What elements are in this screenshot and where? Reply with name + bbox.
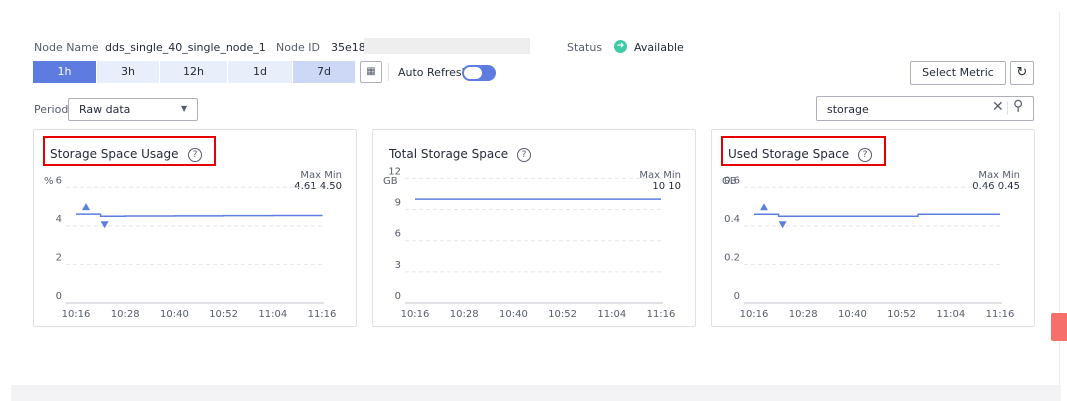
select-metric-button[interactable]: Select Metric bbox=[910, 61, 1006, 85]
clear-icon[interactable]: ✕ bbox=[992, 99, 1004, 115]
toolbar-divider bbox=[388, 63, 389, 81]
y-tick-label: 2 bbox=[56, 252, 62, 263]
node-id-label: Node ID bbox=[276, 41, 320, 54]
arrow-right-circle-icon: ➜ bbox=[614, 40, 627, 53]
series-line bbox=[754, 213, 1000, 217]
x-tick-label: 10:40 bbox=[160, 309, 189, 320]
x-tick-label: 11:16 bbox=[986, 309, 1015, 320]
x-tick-label: 10:52 bbox=[548, 309, 577, 320]
y-tick-label: 4 bbox=[56, 214, 62, 225]
refresh-icon[interactable]: ↻ bbox=[1010, 61, 1034, 85]
time-range-1h[interactable]: 1h bbox=[33, 61, 96, 83]
x-tick-label: 10:16 bbox=[401, 309, 430, 320]
search-divider bbox=[1007, 101, 1008, 115]
y-tick-label: 0 bbox=[734, 291, 740, 302]
x-tick-label: 10:28 bbox=[789, 309, 818, 320]
line-chart: 6 4 2 010:16 10:28 10:40 10:52 11:04 11:16 bbox=[56, 175, 337, 320]
status-value: Available bbox=[634, 41, 684, 54]
x-tick-label: 10:52 bbox=[209, 309, 238, 320]
y-tick-label: 9 bbox=[395, 198, 401, 209]
chart-card: Used Storage Space? GB Max Min 0.46 0.45 0.… bbox=[711, 129, 1035, 327]
x-tick-label: 10:28 bbox=[111, 309, 140, 320]
time-range-12h[interactable]: 12h bbox=[160, 61, 227, 83]
y-tick-label: 6 bbox=[56, 175, 62, 186]
x-tick-label: 10:16 bbox=[740, 309, 769, 320]
max-marker bbox=[760, 203, 768, 211]
y-tick-label: 6 bbox=[395, 229, 401, 240]
node-name-label: Node Name bbox=[34, 41, 99, 54]
y-tick-label: 0.6 bbox=[724, 175, 740, 186]
y-tick-label: 12 bbox=[388, 166, 401, 177]
x-tick-label: 10:52 bbox=[887, 309, 916, 320]
auto-refresh-toggle[interactable] bbox=[462, 65, 496, 81]
x-tick-label: 11:04 bbox=[258, 309, 287, 320]
node-id-redaction bbox=[364, 38, 530, 54]
x-tick-label: 10:40 bbox=[499, 309, 528, 320]
x-tick-label: 10:40 bbox=[838, 309, 867, 320]
feedback-tab[interactable] bbox=[1051, 313, 1067, 341]
x-tick-label: 11:16 bbox=[308, 309, 337, 320]
chart-card: Storage Space Usage?% Max Min 4.61 4.50 6 4… bbox=[33, 129, 357, 327]
min-marker bbox=[778, 221, 787, 229]
y-tick-label: 0.2 bbox=[724, 252, 740, 263]
search-icon[interactable]: ⚲ bbox=[1013, 98, 1023, 114]
min-marker bbox=[100, 221, 109, 229]
y-tick-label: 0 bbox=[56, 291, 62, 302]
max-marker bbox=[82, 203, 90, 211]
footer-bar bbox=[11, 385, 1061, 401]
chart-card: Total Storage Space? GB Max Min 10 10 12 9 6 3… bbox=[372, 129, 696, 327]
y-tick-label: 0 bbox=[395, 291, 401, 302]
line-chart: 0.6 0.4 0.2 010:16 10:28 10:40 10:52 11:04 11:16 bbox=[724, 175, 1015, 320]
status-label: Status bbox=[567, 41, 603, 54]
x-tick-label: 10:28 bbox=[450, 309, 479, 320]
period-label: Period bbox=[34, 103, 69, 116]
chevron-down-icon: ▼ bbox=[181, 104, 188, 113]
period-select-value: Raw data bbox=[79, 103, 131, 116]
time-range-7d[interactable]: 7d bbox=[293, 61, 355, 83]
y-tick-label: 0.4 bbox=[724, 214, 740, 225]
x-tick-label: 11:04 bbox=[597, 309, 626, 320]
x-tick-label: 11:16 bbox=[647, 309, 676, 320]
node-name-value: dds_single_40_single_node_1 bbox=[105, 41, 266, 54]
metric-search[interactable]: storage ✕ ⚲ bbox=[816, 96, 1034, 121]
time-range-3h[interactable]: 3h bbox=[97, 61, 159, 83]
x-tick-label: 11:04 bbox=[936, 309, 965, 320]
calendar-icon[interactable]: ▦ bbox=[360, 61, 382, 83]
line-chart: 12 9 6 3 010:16 10:28 10:40 10:52 11:04 11:16 bbox=[388, 166, 676, 320]
auto-refresh-label: Auto Refresh bbox=[398, 66, 469, 79]
period-select[interactable]: Raw data ▼ bbox=[68, 98, 198, 121]
y-tick-label: 3 bbox=[395, 260, 401, 271]
series-line bbox=[76, 213, 323, 217]
search-input[interactable]: storage bbox=[827, 103, 869, 116]
x-tick-label: 10:16 bbox=[62, 309, 91, 320]
time-range-1d[interactable]: 1d bbox=[228, 61, 292, 83]
